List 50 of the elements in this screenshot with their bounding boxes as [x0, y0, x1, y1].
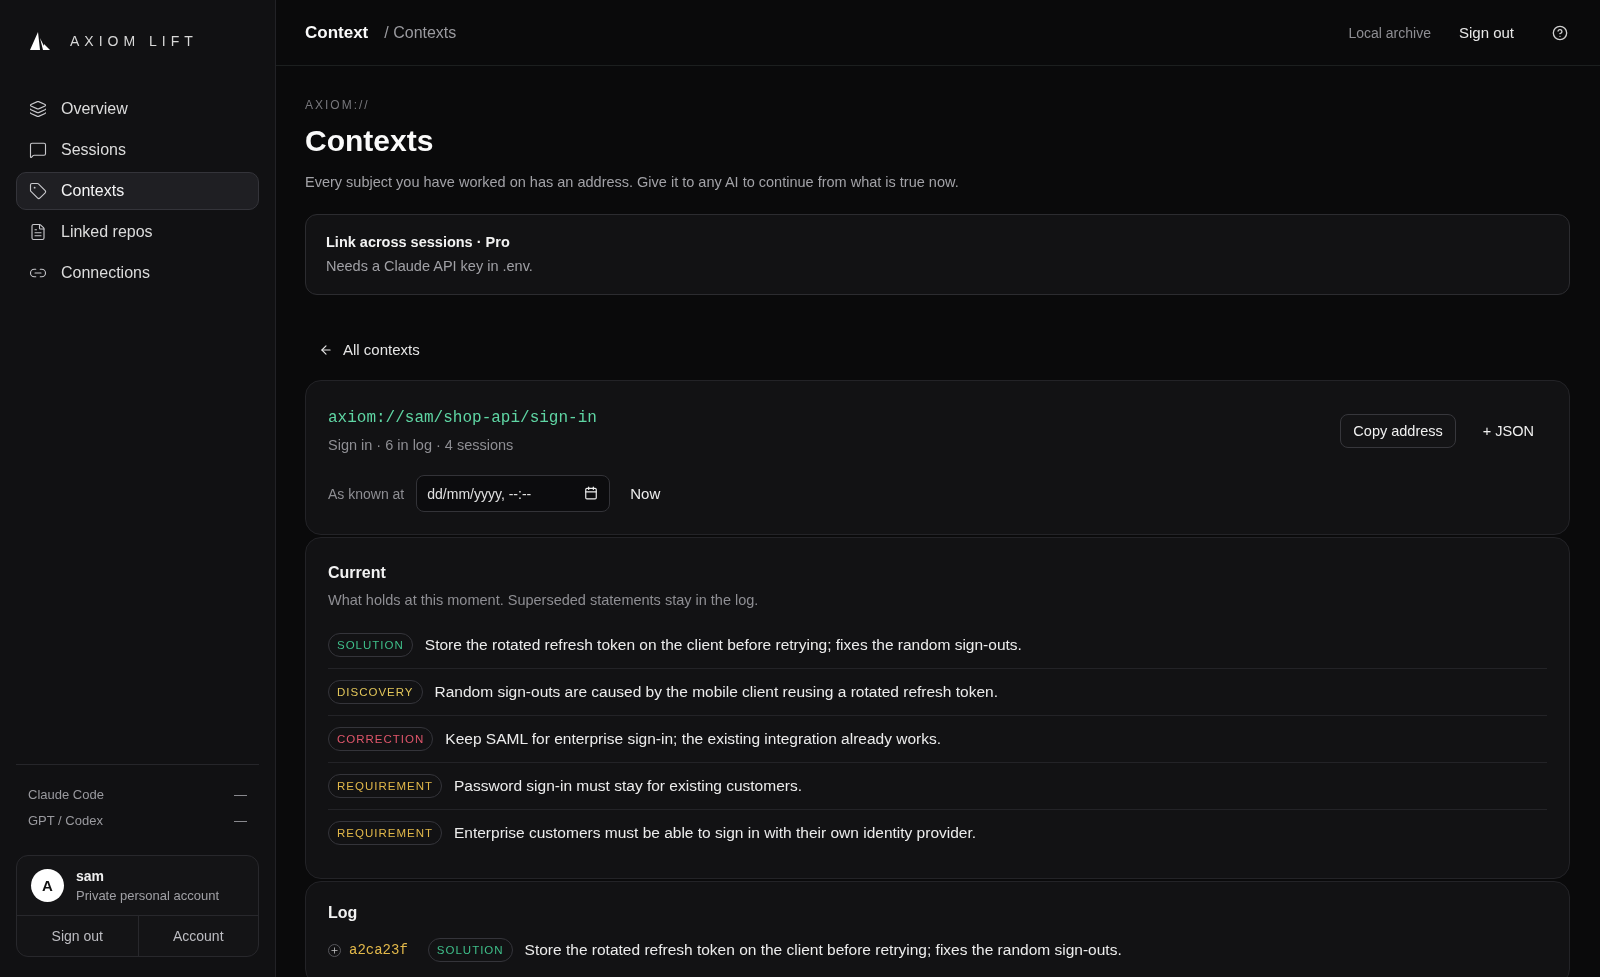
breadcrumb: Context — [305, 22, 369, 43]
help-icon[interactable] — [1552, 24, 1568, 41]
page-description: Every subject you have worked on has an address. Give it to any AI to continue from what is true now. — [305, 174, 960, 190]
notice-text: Needs a Claude API key in .env. — [326, 258, 534, 274]
context-meta: Sign in · 6 in log · 4 sessions — [328, 437, 515, 453]
sidebar-item[interactable]: Connections — [16, 254, 259, 292]
statement-text: Password sign-in must stay for existing customers. — [454, 777, 802, 795]
copy-button[interactable]: Copy address — [1340, 414, 1456, 448]
back-link[interactable]: All contexts — [319, 341, 420, 358]
notice-title: Link across sessions · Pro — [326, 234, 511, 250]
known-at-label: As known at — [328, 485, 405, 502]
plus-icon — [330, 945, 339, 955]
account-name: sam — [76, 868, 106, 884]
account-action-button[interactable]: Sign out — [17, 916, 138, 956]
sidebar-item[interactable]: Contexts — [16, 172, 259, 210]
layers-icon — [29, 100, 47, 118]
statement-text: Random sign-outs are caused by the mobile client reusing a rotated refresh token. — [434, 683, 998, 701]
context-address: axiom://sam/shop-api/sign-in — [328, 409, 598, 427]
statement-text: Keep SAML for enterprise sign-in; the existing integration already works. — [445, 730, 941, 748]
avatar: A — [31, 869, 64, 902]
section-title: Current — [328, 564, 387, 582]
statement-text: Enterprise customers must be able to sign in with their own identity provider. — [454, 824, 977, 842]
header-link[interactable]: Sign out — [1458, 24, 1514, 41]
document-icon — [29, 223, 47, 241]
account-description: Private personal account — [76, 888, 220, 903]
json-button[interactable]: + JSON — [1469, 414, 1547, 448]
logo-icon — [30, 32, 50, 50]
sidebar-item[interactable]: Sessions — [16, 131, 259, 169]
tag-icon — [29, 182, 47, 200]
section-description: What holds at this moment. Superseded statements stay in the log. — [328, 592, 760, 608]
brand-name: AXIOM LIFT — [70, 33, 198, 49]
account-action-button[interactable]: Account — [137, 916, 258, 956]
eyebrow: AXIOM:// — [305, 98, 371, 112]
page-title: Contexts — [305, 124, 435, 158]
statement-text: Store the rotated refresh token on the client before retrying; fixes the random sign-outs. — [524, 941, 1122, 959]
sidebar-item[interactable]: Linked repos — [16, 213, 259, 251]
calendar-icon[interactable] — [584, 486, 599, 500]
connection-status: — — [234, 812, 247, 828]
date-field[interactable]: dd/mm/yyyy, --:-- — [416, 475, 611, 512]
header-link[interactable]: Local archive — [1348, 24, 1431, 41]
connection-name: GPT / Codex — [28, 812, 103, 828]
connection-name: Claude Code — [28, 786, 104, 802]
chat-icon — [29, 141, 47, 159]
now-button[interactable]: Now — [624, 484, 667, 503]
breadcrumb-sub[interactable]: / Contexts — [384, 23, 457, 42]
statement-text: Store the rotated refresh token on the client before retrying; fixes the random sign-outs. — [424, 636, 1022, 654]
commit-hash: a2ca23f — [349, 942, 408, 958]
sidebar-item[interactable]: Overview — [16, 90, 259, 128]
connection-status: — — [234, 786, 247, 802]
section-title: Log — [328, 904, 359, 922]
